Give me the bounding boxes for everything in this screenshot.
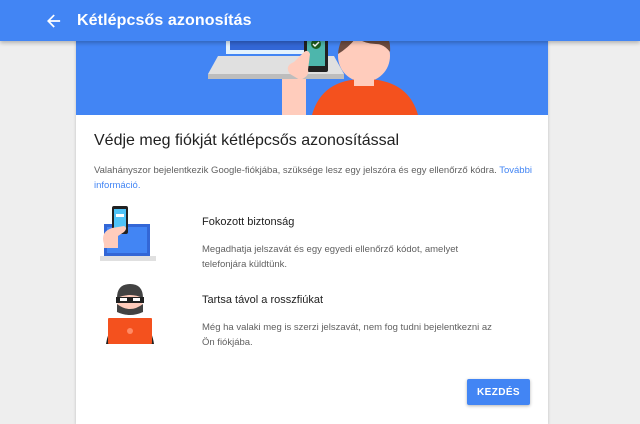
feature-title: Fokozott biztonság xyxy=(202,216,295,228)
intro-text: Valahányszor bejelentkezik Google-fiókjá… xyxy=(94,165,500,176)
arrow-back-icon xyxy=(47,13,61,28)
feature-description: Megadhatja jelszavát és egy egyedi ellen… xyxy=(202,244,459,270)
app-bar: Kétlépcsős azonosítás xyxy=(0,0,640,41)
hacker-icon xyxy=(100,284,160,344)
feature-title: Tartsa távol a rosszfiúkat xyxy=(202,294,324,306)
phone-laptop-icon xyxy=(100,204,160,264)
main-card: Védje meg fiókját kétlépcsős azonosításs… xyxy=(76,24,548,424)
start-button[interactable]: KEZDÉS xyxy=(467,379,530,405)
intro-paragraph: Valahányszor bejelentkezik Google-fiókjá… xyxy=(94,163,534,193)
feature-description: Még ha valaki meg is szerzi jelszavát, n… xyxy=(202,322,492,348)
section-heading: Védje meg fiókját kétlépcsős azonosításs… xyxy=(94,132,400,149)
page-title: Kétlépcsős azonosítás xyxy=(77,11,252,29)
back-button[interactable] xyxy=(34,0,74,41)
